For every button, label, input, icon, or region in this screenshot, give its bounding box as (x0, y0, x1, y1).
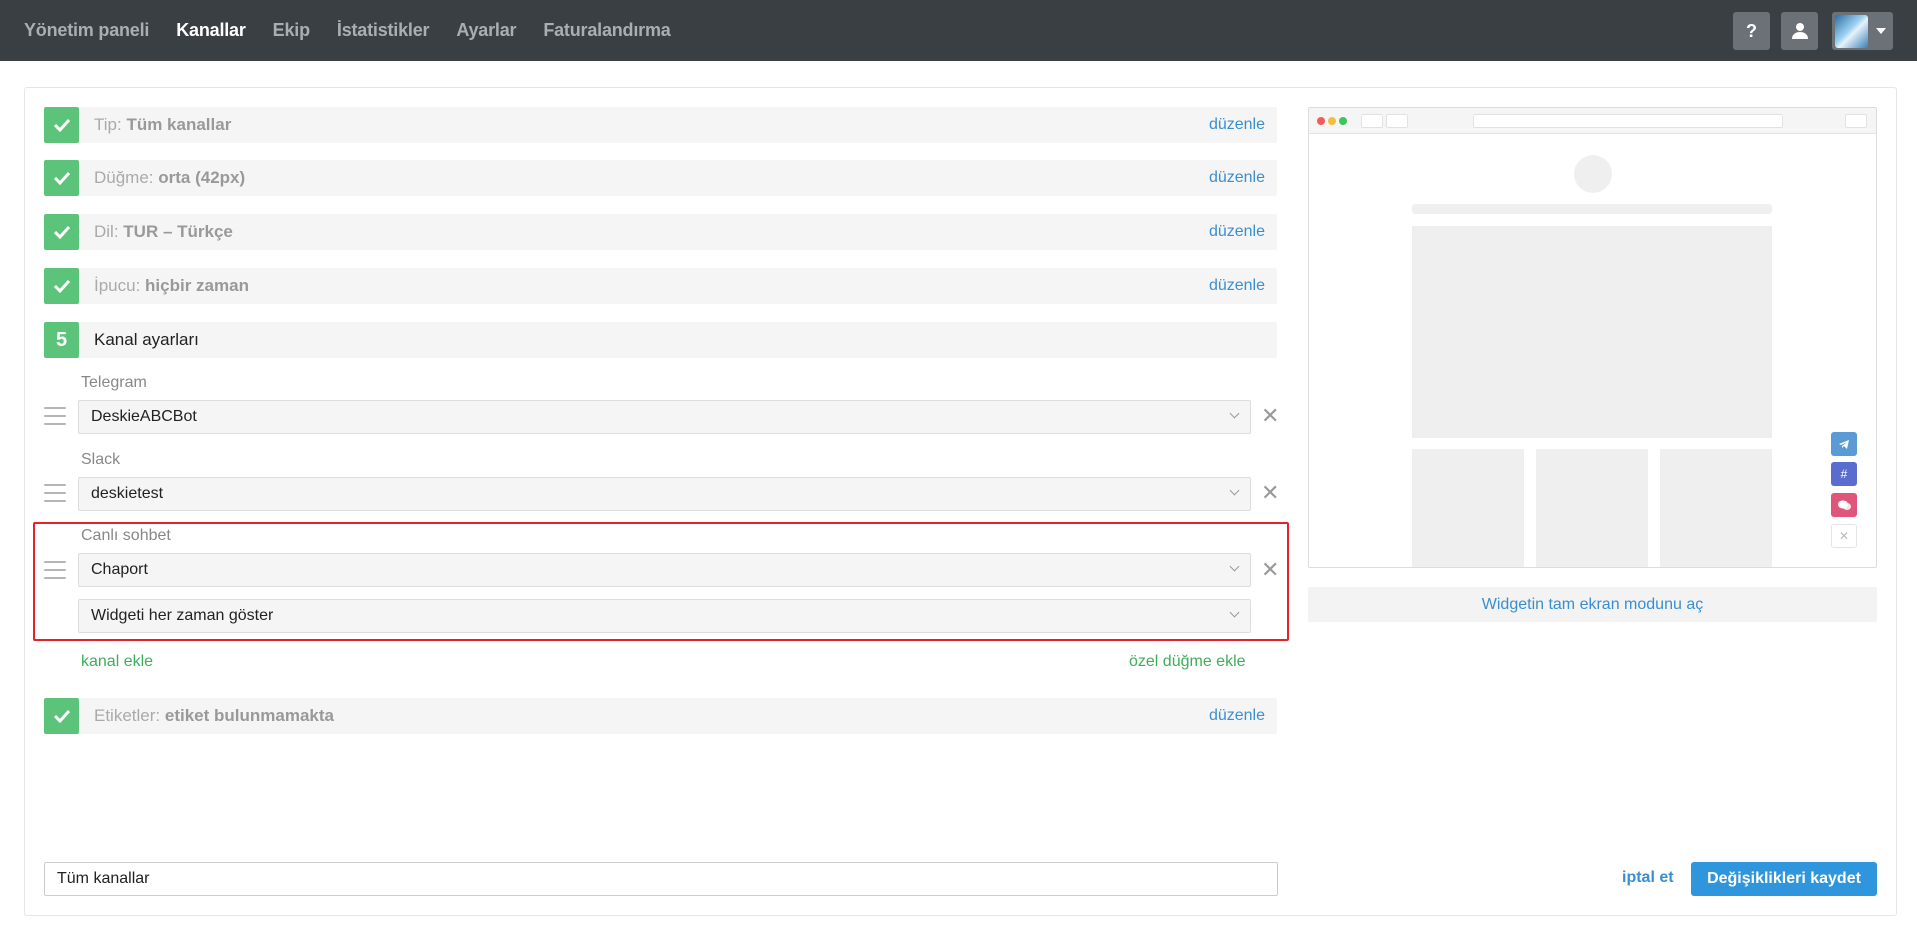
slack-select[interactable]: deskietest (78, 477, 1251, 511)
step-label: Dil: (94, 222, 119, 241)
nav-team[interactable]: Ekip (273, 20, 310, 41)
user-icon (1791, 23, 1808, 39)
step-label: Düğme: (94, 168, 154, 187)
channel-label-telegram: Telegram (81, 374, 147, 391)
chevron-down-icon (1229, 408, 1240, 419)
drag-handle-icon[interactable] (44, 561, 66, 581)
cancel-link[interactable]: iptal et (1622, 869, 1674, 887)
check-icon (44, 268, 79, 304)
add-channel-link[interactable]: kanal ekle (81, 653, 153, 671)
nav-billing[interactable]: Faturalandırma (543, 20, 670, 41)
close-icon: ✕ (1831, 524, 1857, 548)
edit-type-link[interactable]: düzenle (1209, 107, 1265, 143)
step-label: İpucu: (94, 276, 141, 295)
address-bar (1473, 114, 1783, 128)
check-icon (44, 107, 79, 143)
step-label: Etiketler: (94, 706, 161, 725)
telegram-icon (1831, 432, 1857, 456)
step-value: etiket bulunmamakta (164, 706, 334, 725)
step-value: TUR – Türkçe (123, 222, 233, 241)
chat-icon (1831, 493, 1857, 517)
select-value: deskietest (91, 485, 164, 502)
livechat-mode-select[interactable]: Widgeti her zaman göster (78, 599, 1251, 633)
placeholder-card (1536, 449, 1648, 567)
widget-preview: # ✕ (1308, 107, 1877, 568)
edit-language-link[interactable]: düzenle (1209, 214, 1265, 250)
placeholder-card (1660, 449, 1772, 567)
select-value: Chaport (91, 561, 148, 578)
step-title: Kanal ayarları (94, 330, 199, 349)
window-dot (1339, 117, 1347, 125)
chevron-down-icon (1229, 485, 1240, 496)
nav-dashboard[interactable]: Yönetim paneli (24, 20, 149, 41)
telegram-select[interactable]: DeskieABCBot (78, 400, 1251, 434)
placeholder-line (1412, 204, 1772, 214)
step-value: orta (42px) (158, 168, 246, 187)
step-value: Tüm kanallar (126, 115, 232, 134)
step-value: hiçbir zaman (145, 276, 249, 295)
fullscreen-widget-link[interactable]: Widgetin tam ekran modunu aç (1308, 587, 1877, 622)
chevron-down-icon (1876, 28, 1886, 34)
check-icon (44, 160, 79, 196)
placeholder-avatar (1574, 155, 1612, 193)
step-label: Tip: (94, 115, 122, 134)
select-value: DeskieABCBot (91, 408, 197, 425)
channel-name-input[interactable]: Tüm kanallar (44, 862, 1278, 896)
check-icon (44, 214, 79, 250)
top-navbar: Yönetim paneli Kanallar Ekip İstatistikl… (0, 0, 1917, 61)
step-number-badge: 5 (44, 322, 79, 358)
avatar (1835, 14, 1868, 48)
step-type: Tip: Tüm kanallar düzenle (44, 107, 1277, 143)
select-value: Widgeti her zaman göster (91, 607, 274, 624)
step-tooltip: İpucu: hiçbir zaman düzenle (44, 268, 1277, 304)
help-icon: ? (1746, 20, 1757, 41)
drag-handle-icon[interactable] (44, 484, 66, 504)
remove-telegram-button[interactable]: ✕ (1261, 405, 1279, 427)
step-language: Dil: TUR – Türkçe düzenle (44, 214, 1277, 250)
browser-bar (1309, 108, 1876, 134)
save-button[interactable]: Değişiklikleri kaydet (1691, 862, 1877, 896)
browser-tab (1386, 114, 1408, 128)
browser-tab (1361, 114, 1383, 128)
chevron-down-icon (1229, 607, 1240, 618)
edit-button-link[interactable]: düzenle (1209, 160, 1265, 196)
check-icon (44, 698, 79, 734)
nav-channels[interactable]: Kanallar (176, 20, 246, 41)
account-menu-button[interactable] (1832, 12, 1893, 50)
nav-settings[interactable]: Ayarlar (456, 20, 516, 41)
step-tags: Etiketler: etiket bulunmamakta düzenle (44, 698, 1277, 734)
channel-label-livechat: Canlı sohbet (81, 527, 171, 544)
drag-handle-icon[interactable] (44, 407, 66, 427)
browser-tab (1845, 114, 1867, 128)
channel-label-slack: Slack (81, 451, 121, 468)
step-button: Düğme: orta (42px) düzenle (44, 160, 1277, 196)
remove-slack-button[interactable]: ✕ (1261, 482, 1279, 504)
add-custom-button-link[interactable]: özel düğme ekle (1129, 653, 1246, 671)
chevron-down-icon (1229, 561, 1240, 572)
main-nav: Yönetim paneli Kanallar Ekip İstatistikl… (24, 0, 698, 61)
edit-tags-link[interactable]: düzenle (1209, 698, 1265, 734)
slack-icon: # (1831, 462, 1857, 486)
livechat-select[interactable]: Chaport (78, 553, 1251, 587)
placeholder-block (1412, 226, 1772, 438)
nav-statistics[interactable]: İstatistikler (337, 20, 430, 41)
help-button[interactable]: ? (1733, 12, 1770, 50)
edit-tooltip-link[interactable]: düzenle (1209, 268, 1265, 304)
remove-livechat-button[interactable]: ✕ (1261, 559, 1279, 581)
window-dot (1317, 117, 1325, 125)
window-dot (1328, 117, 1336, 125)
step-channel-settings: 5 Kanal ayarları (44, 322, 1277, 358)
placeholder-card (1412, 449, 1524, 567)
user-button[interactable] (1781, 12, 1818, 50)
